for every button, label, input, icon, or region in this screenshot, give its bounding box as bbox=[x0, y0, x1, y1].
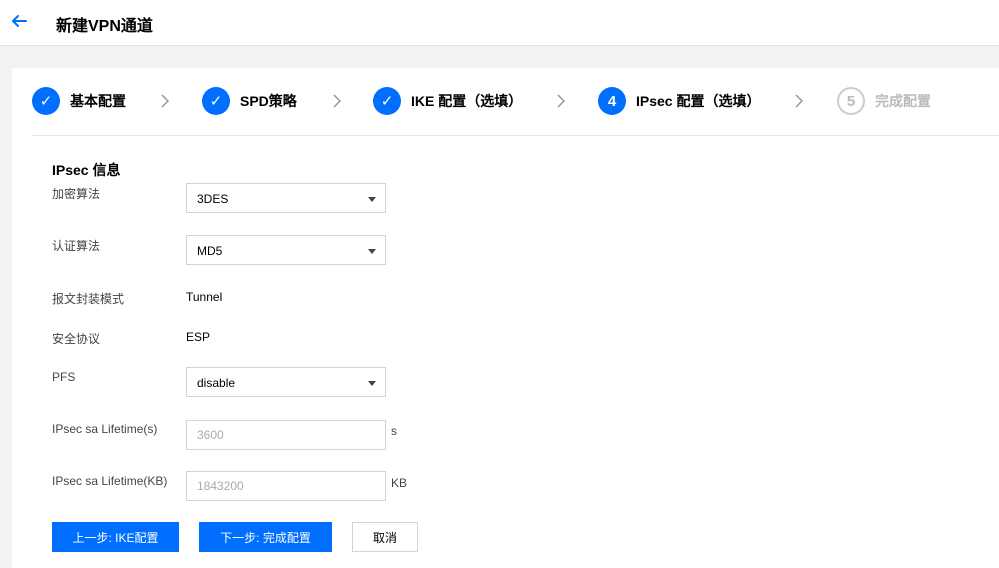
caret-down-icon bbox=[368, 249, 376, 254]
step-label: IPsec 配置（选填） bbox=[636, 93, 761, 109]
check-icon: ✓ bbox=[202, 87, 230, 115]
protocol-value: ESP bbox=[186, 330, 211, 344]
main-card: ✓ 基本配置 ✓ SPD策略 ✓ IKE 配置（选填） 4 IPsec 配置（选… bbox=[12, 68, 999, 568]
chevron-right-icon bbox=[161, 94, 170, 108]
lifetime-kb-label: IPsec sa Lifetime(KB) bbox=[52, 474, 168, 488]
step-complete: 5 完成配置 bbox=[837, 87, 931, 115]
divider bbox=[32, 135, 999, 136]
auth-label: 认证算法 bbox=[52, 239, 101, 253]
stepper: ✓ 基本配置 ✓ SPD策略 ✓ IKE 配置（选填） 4 IPsec 配置（选… bbox=[12, 68, 999, 135]
lifetime-s-input[interactable] bbox=[186, 420, 386, 450]
caret-down-icon bbox=[368, 381, 376, 386]
chevron-right-icon bbox=[557, 94, 566, 108]
lifetime-s-label: IPsec sa Lifetime(s) bbox=[52, 422, 158, 436]
encryption-select[interactable]: 3DES bbox=[186, 183, 386, 213]
step-label: 基本配置 bbox=[70, 93, 126, 109]
encryption-value: 3DES bbox=[197, 192, 229, 206]
pfs-label: PFS bbox=[52, 370, 76, 384]
check-icon: ✓ bbox=[32, 87, 60, 115]
step-basic-config: ✓ 基本配置 bbox=[32, 87, 126, 115]
auth-value: MD5 bbox=[197, 244, 223, 258]
step-ike-config: ✓ IKE 配置（选填） bbox=[373, 87, 522, 115]
chevron-right-icon bbox=[795, 94, 804, 108]
lifetime-kb-unit: KB bbox=[391, 476, 408, 490]
pfs-select[interactable]: disable bbox=[186, 367, 386, 397]
step-label: SPD策略 bbox=[240, 93, 297, 109]
step-label: 完成配置 bbox=[875, 93, 931, 109]
section-title: IPsec 信息 bbox=[52, 162, 121, 178]
pfs-value: disable bbox=[197, 376, 236, 390]
step-number-badge: 4 bbox=[598, 87, 626, 115]
chevron-right-icon bbox=[333, 94, 342, 108]
step-label: IKE 配置（选填） bbox=[411, 93, 523, 109]
lifetime-kb-input[interactable] bbox=[186, 471, 386, 501]
encryption-label: 加密算法 bbox=[52, 187, 101, 201]
back-arrow-icon[interactable] bbox=[10, 12, 28, 30]
protocol-label: 安全协议 bbox=[52, 332, 101, 346]
next-step-button[interactable]: 下一步: 完成配置 bbox=[199, 522, 332, 552]
prev-step-button[interactable]: 上一步: IKE配置 bbox=[52, 522, 179, 552]
auth-select[interactable]: MD5 bbox=[186, 235, 386, 265]
lifetime-s-unit: s bbox=[391, 424, 397, 438]
cancel-button[interactable]: 取消 bbox=[352, 522, 418, 552]
step-ipsec-config: 4 IPsec 配置（选填） bbox=[598, 87, 760, 115]
encap-mode-value: Tunnel bbox=[186, 290, 223, 304]
check-icon: ✓ bbox=[373, 87, 401, 115]
encap-mode-label: 报文封装模式 bbox=[52, 292, 125, 306]
caret-down-icon bbox=[368, 197, 376, 202]
step-spd-policy: ✓ SPD策略 bbox=[202, 87, 297, 115]
page-title: 新建VPN通道 bbox=[56, 18, 153, 35]
step-number-badge: 5 bbox=[837, 87, 865, 115]
top-bar: 新建VPN通道 bbox=[0, 0, 999, 46]
